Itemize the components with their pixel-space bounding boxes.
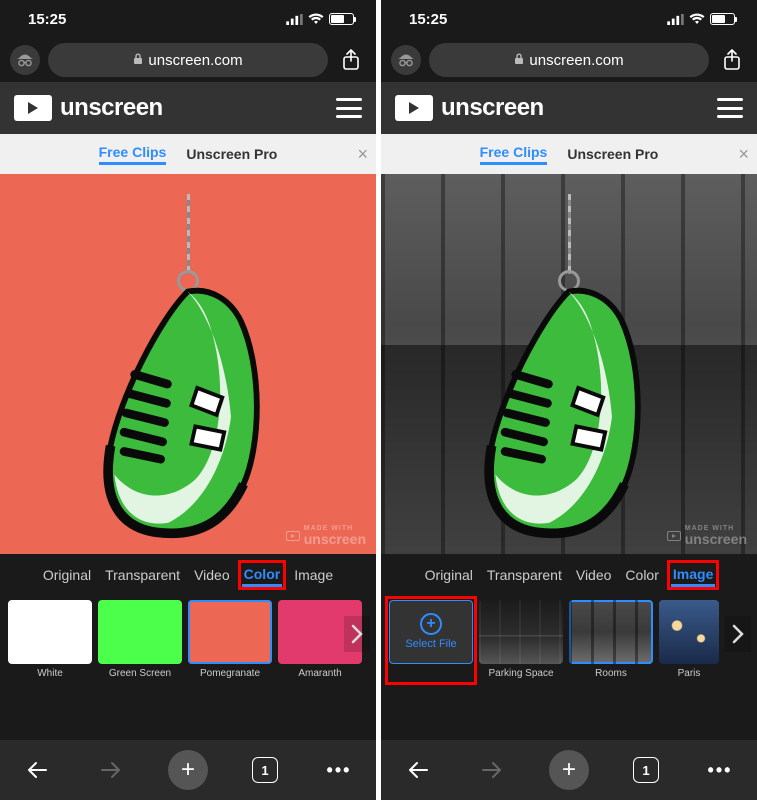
logo[interactable]: unscreen (14, 94, 163, 122)
forward-button[interactable] (94, 753, 128, 787)
preview-canvas: MADE WITH unscreen (381, 174, 757, 554)
plus-icon: + (420, 613, 442, 635)
swatch-green-screen[interactable]: Green Screen (98, 600, 182, 679)
browser-address-bar: unscreen.com (0, 38, 376, 82)
url-field[interactable]: unscreen.com (429, 43, 709, 77)
menu-button[interactable] (717, 98, 743, 118)
thumb-rooms[interactable]: Rooms (569, 600, 653, 679)
battery-icon (710, 13, 735, 25)
more-button[interactable]: ••• (322, 753, 356, 787)
status-right (667, 13, 735, 25)
cell-signal-icon (667, 14, 684, 25)
site-header: unscreen (381, 82, 757, 134)
bgtab-transparent[interactable]: Transparent (485, 565, 564, 585)
incognito-icon[interactable] (10, 45, 40, 75)
logo-icon (14, 95, 52, 121)
share-button[interactable] (717, 45, 747, 75)
close-button[interactable]: × (738, 144, 749, 165)
background-type-tabs: Original Transparent Video Color Image (0, 554, 376, 596)
image-thumbnail-row: + Select File Parking Space Rooms Paris (381, 596, 757, 694)
wifi-icon (689, 13, 705, 25)
wifi-icon (308, 13, 324, 25)
bgtab-original[interactable]: Original (41, 565, 93, 585)
more-button[interactable]: ••• (703, 753, 737, 787)
tab-unscreen-pro[interactable]: Unscreen Pro (567, 146, 658, 162)
url-text: unscreen.com (148, 52, 242, 69)
new-tab-button[interactable]: + (549, 750, 589, 790)
back-button[interactable] (401, 753, 435, 787)
logo[interactable]: unscreen (395, 94, 544, 122)
lock-icon (133, 53, 143, 68)
browser-address-bar: unscreen.com (381, 38, 757, 82)
cell-signal-icon (286, 14, 303, 25)
thumb-paris[interactable]: Paris (659, 600, 719, 679)
back-button[interactable] (20, 753, 54, 787)
swatch-white[interactable]: White (8, 600, 92, 679)
share-button[interactable] (336, 45, 366, 75)
select-file-button[interactable]: + Select File (389, 600, 473, 679)
bgtab-image[interactable]: Image (671, 564, 715, 587)
status-time: 15:25 (28, 11, 66, 28)
tabs-button[interactable]: 1 (248, 753, 282, 787)
bgtab-original[interactable]: Original (423, 565, 475, 585)
logo-text: unscreen (60, 94, 163, 122)
bgtab-video[interactable]: Video (192, 565, 232, 585)
browser-toolbar: + 1 ••• (0, 740, 376, 800)
status-time: 15:25 (409, 11, 447, 28)
menu-button[interactable] (336, 98, 362, 118)
url-text: unscreen.com (529, 52, 623, 69)
color-swatch-row: White Green Screen Pomegranate Amaranth (0, 596, 376, 694)
bgtab-image[interactable]: Image (292, 565, 335, 585)
close-button[interactable]: × (357, 144, 368, 165)
bgtab-video[interactable]: Video (574, 565, 614, 585)
swatch-next-button[interactable] (344, 616, 370, 652)
url-field[interactable]: unscreen.com (48, 43, 328, 77)
preview-subject (73, 194, 303, 534)
phone-right: 15:25 unscreen.com unscreen Free Clips (381, 0, 757, 800)
thumb-parking-space[interactable]: Parking Space (479, 600, 563, 679)
plan-tabs: Free Clips Unscreen Pro × (381, 134, 757, 174)
preview-subject (454, 194, 684, 534)
browser-toolbar: + 1 ••• (381, 740, 757, 800)
preview-canvas: MADE WITH unscreen (0, 174, 376, 554)
bgtab-transparent[interactable]: Transparent (103, 565, 182, 585)
background-type-tabs: Original Transparent Video Color Image (381, 554, 757, 596)
site-header: unscreen (0, 82, 376, 134)
tab-free-clips[interactable]: Free Clips (99, 144, 167, 165)
logo-text: unscreen (441, 94, 544, 122)
bgtab-color[interactable]: Color (623, 565, 660, 585)
thumb-next-button[interactable] (725, 616, 751, 652)
tab-free-clips[interactable]: Free Clips (480, 144, 548, 165)
status-bar: 15:25 (0, 0, 376, 38)
new-tab-button[interactable]: + (168, 750, 208, 790)
incognito-icon[interactable] (391, 45, 421, 75)
swatch-pomegranate[interactable]: Pomegranate (188, 600, 272, 679)
tabs-button[interactable]: 1 (629, 753, 663, 787)
lock-icon (514, 53, 524, 68)
status-right (286, 13, 354, 25)
status-bar: 15:25 (381, 0, 757, 38)
forward-button[interactable] (475, 753, 509, 787)
battery-icon (329, 13, 354, 25)
tab-unscreen-pro[interactable]: Unscreen Pro (186, 146, 277, 162)
logo-icon (395, 95, 433, 121)
phone-left: 15:25 unscreen.com unscreen Free Clips (0, 0, 376, 800)
plan-tabs: Free Clips Unscreen Pro × (0, 134, 376, 174)
bgtab-color[interactable]: Color (242, 564, 283, 587)
